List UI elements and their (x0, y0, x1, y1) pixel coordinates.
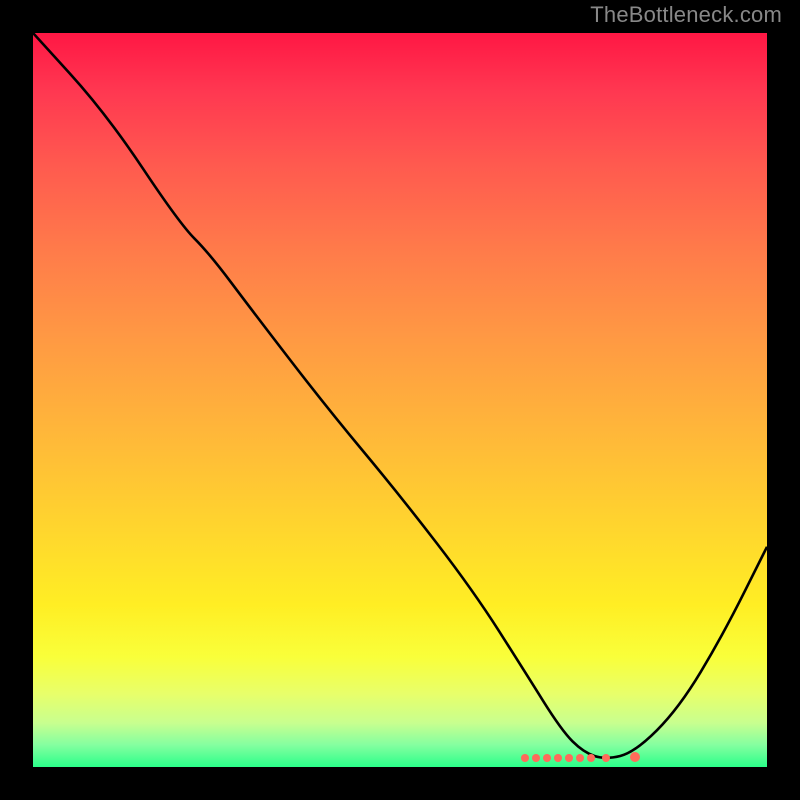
marker-dot (576, 754, 584, 762)
marker-layer (33, 33, 767, 767)
marker-dot (587, 754, 595, 762)
marker-dot (565, 754, 573, 762)
marker-dot (602, 754, 610, 762)
marker-dot (554, 754, 562, 762)
marker-dot (630, 752, 640, 762)
marker-dot (532, 754, 540, 762)
marker-dot (543, 754, 551, 762)
marker-dot (521, 754, 529, 762)
chart-frame: TheBottleneck.com (0, 0, 800, 800)
watermark-label: TheBottleneck.com (590, 2, 782, 28)
plot-area (33, 33, 767, 767)
